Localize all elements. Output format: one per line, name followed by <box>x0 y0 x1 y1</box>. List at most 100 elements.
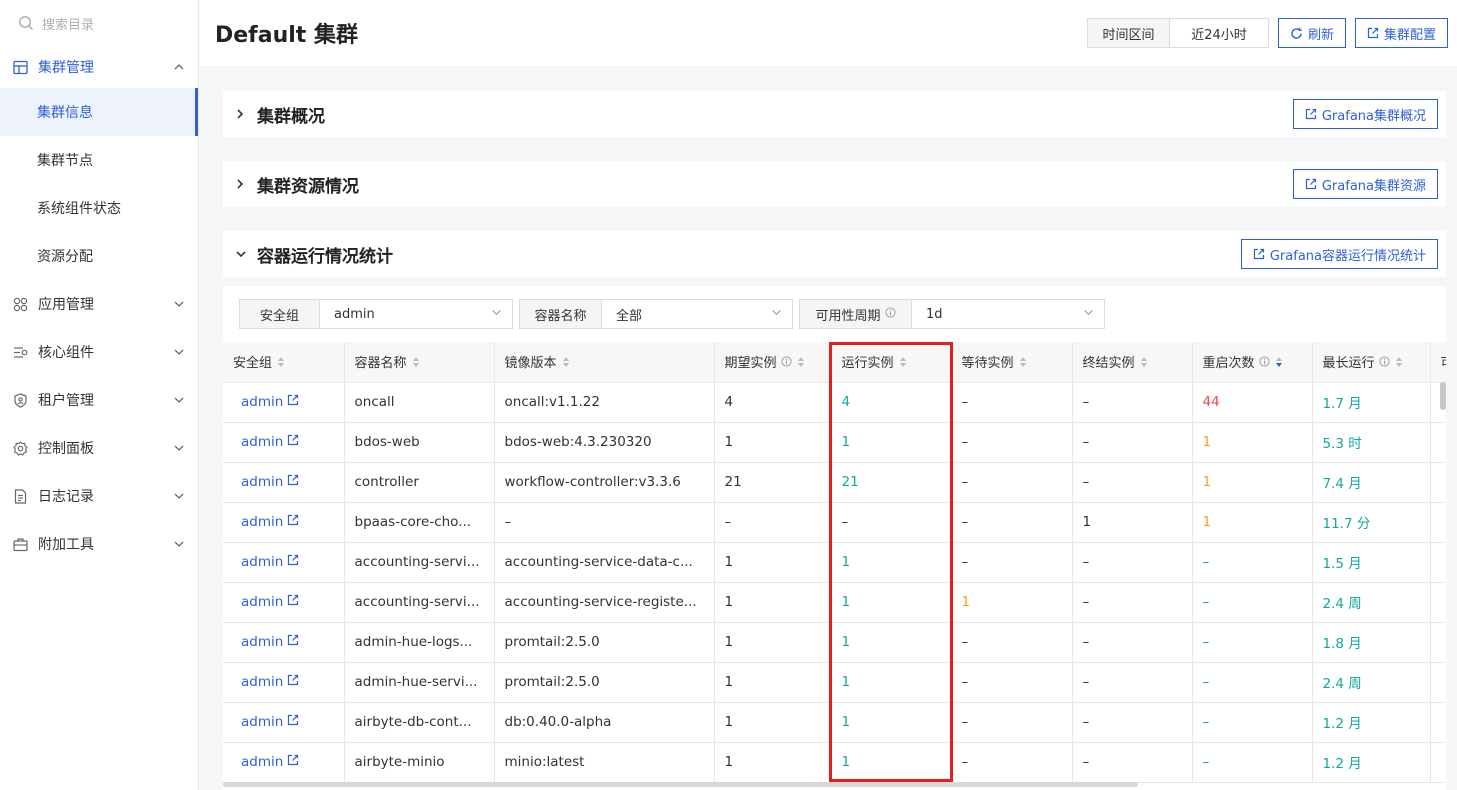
external-link-icon <box>287 674 299 690</box>
cell-security-group[interactable]: admin <box>223 382 345 423</box>
filter-availability-period[interactable]: 可用性周期 1d <box>799 299 1105 329</box>
grafana-container-stats-label: Grafana容器运行情况统计 <box>1269 248 1426 264</box>
filter-container-name[interactable]: 容器名称 全部 <box>519 299 793 329</box>
sidebar-group-tools[interactable]: 附加工具 <box>0 520 198 568</box>
grafana-overview-label: Grafana集群概况 <box>1321 108 1426 124</box>
column-header[interactable]: 镜像版本 <box>494 342 715 383</box>
table-row[interactable]: admin controller workflow-controller:v3.… <box>223 462 1446 503</box>
info-icon[interactable] <box>1378 356 1390 371</box>
table-row[interactable]: admin bdos-web bdos-web:4.3.230320 1 1 –… <box>223 422 1446 463</box>
horizontal-scrollbar[interactable] <box>223 782 1138 787</box>
security-group-link[interactable]: admin <box>233 554 299 570</box>
column-header[interactable]: 运行实例 <box>831 342 952 383</box>
refresh-icon <box>1290 27 1303 40</box>
cell-security-group[interactable]: admin <box>223 462 345 503</box>
sort-icon[interactable] <box>1395 356 1403 372</box>
cell-security-group[interactable]: admin <box>223 582 345 623</box>
time-range-value[interactable]: 近24小时 <box>1170 19 1268 47</box>
sidebar-item-cluster-nodes[interactable]: 集群节点 <box>0 136 198 184</box>
column-header[interactable]: 最长运行 <box>1312 342 1431 383</box>
sidebar-group-tenants[interactable]: 租户管理 <box>0 376 198 424</box>
security-group-link[interactable]: admin <box>233 394 299 410</box>
external-link-icon <box>287 434 299 450</box>
table-row[interactable]: admin accounting-servi... accounting-ser… <box>223 542 1446 583</box>
table-row[interactable]: admin admin-hue-logs... promtail:2.5.0 1… <box>223 622 1446 663</box>
sidebar-group-core-components[interactable]: 核心组件 <box>0 328 198 376</box>
cell-security-group[interactable]: admin <box>223 662 345 703</box>
sort-icon[interactable] <box>1275 356 1283 372</box>
grafana-overview-button[interactable]: Grafana集群概况 <box>1292 99 1438 129</box>
sort-icon[interactable] <box>899 356 907 372</box>
cluster-config-button[interactable]: 集群配置 <box>1354 18 1448 48</box>
time-range-selector[interactable]: 时间区间 近24小时 <box>1086 18 1269 48</box>
section-container-stats[interactable]: 容器运行情况统计 Grafana容器运行情况统计 <box>223 231 1446 277</box>
table-row[interactable]: admin airbyte-db-cont... db:0.40.0-alpha… <box>223 702 1446 743</box>
cell-waiting-instances: – <box>951 542 1073 583</box>
sidebar-search-placeholder: 搜索目录 <box>42 17 95 33</box>
sidebar-item-system-components[interactable]: 系统组件状态 <box>0 184 198 232</box>
cell-running-instances: 1 <box>831 582 952 623</box>
cell-security-group[interactable]: admin <box>223 702 345 743</box>
security-group-link[interactable]: admin <box>233 434 299 450</box>
column-header[interactable]: 可 <box>1430 342 1446 383</box>
info-icon[interactable] <box>1258 356 1270 371</box>
filter-select[interactable]: 全部 <box>602 300 792 328</box>
security-group-link[interactable]: admin <box>233 674 299 690</box>
sidebar-search[interactable]: 搜索目录 <box>0 0 198 46</box>
sort-icon[interactable] <box>412 356 420 372</box>
info-icon[interactable] <box>780 356 792 371</box>
security-group-link[interactable]: admin <box>233 754 299 770</box>
filter-security-group[interactable]: 安全组 admin <box>239 299 513 329</box>
security-group-link[interactable]: admin <box>233 474 299 490</box>
section-cluster-resources[interactable]: 集群资源情况 Grafana集群资源 <box>223 161 1446 207</box>
table-row[interactable]: admin oncall oncall:v1.1.22 4 4 – – 44 1… <box>223 382 1446 423</box>
sort-icon[interactable] <box>1140 356 1148 372</box>
table-row[interactable]: admin airbyte-minio minio:latest 1 1 – –… <box>223 742 1446 783</box>
sort-icon[interactable] <box>1019 356 1027 372</box>
cell-expected-instances: 21 <box>714 462 832 503</box>
table-row[interactable]: admin admin-hue-servi... promtail:2.5.0 … <box>223 662 1446 703</box>
cell-container-name: bdos-web <box>344 422 495 463</box>
sidebar-group-cluster[interactable]: 集群管理 <box>0 46 198 88</box>
security-group-text: admin <box>241 714 284 730</box>
chevron-up-icon <box>172 60 186 74</box>
column-header[interactable]: 等待实例 <box>951 342 1073 383</box>
section-cluster-overview[interactable]: 集群概况 Grafana集群概况 <box>223 91 1446 137</box>
column-header[interactable]: 安全组 <box>223 342 345 383</box>
filter-select[interactable]: admin <box>320 300 512 328</box>
sidebar-group-apps[interactable]: 应用管理 <box>0 280 198 328</box>
sidebar-group-logs[interactable]: 日志记录 <box>0 472 198 520</box>
security-group-link[interactable]: admin <box>233 594 299 610</box>
cell-security-group[interactable]: admin <box>223 422 345 463</box>
sort-icon[interactable] <box>562 356 570 372</box>
sidebar-item-cluster-info[interactable]: 集群信息 <box>0 88 198 136</box>
column-header[interactable]: 重启次数 <box>1192 342 1313 383</box>
security-group-link[interactable]: admin <box>233 714 299 730</box>
sidebar-group-control-panel[interactable]: 控制面板 <box>0 424 198 472</box>
grafana-container-stats-button[interactable]: Grafana容器运行情况统计 <box>1240 239 1438 269</box>
column-header[interactable]: 期望实例 <box>714 342 832 383</box>
cell-security-group[interactable]: admin <box>223 542 345 583</box>
filter-select[interactable]: 1d <box>912 300 1104 328</box>
cell-terminated-instances: 1 <box>1072 502 1193 543</box>
table-row[interactable]: admin bpaas-core-cho... – – – – 1 1 11.7… <box>223 502 1446 543</box>
cell-expected-instances: 1 <box>714 702 832 743</box>
sort-icon[interactable] <box>277 356 285 372</box>
sort-icon[interactable] <box>797 356 805 372</box>
gear-icon <box>12 440 28 456</box>
sidebar-item-resource-allocation[interactable]: 资源分配 <box>0 232 198 280</box>
column-header[interactable]: 容器名称 <box>344 342 495 383</box>
table-row[interactable]: admin accounting-servi... accounting-ser… <box>223 582 1446 623</box>
cell-security-group[interactable]: admin <box>223 622 345 663</box>
vertical-scrollbar[interactable] <box>1440 382 1446 410</box>
security-group-link[interactable]: admin <box>233 634 299 650</box>
grafana-resources-button[interactable]: Grafana集群资源 <box>1292 169 1438 199</box>
info-icon[interactable] <box>884 306 896 322</box>
security-group-link[interactable]: admin <box>233 514 299 530</box>
column-header[interactable]: 终结实例 <box>1072 342 1193 383</box>
cell-security-group[interactable]: admin <box>223 502 345 543</box>
cell-security-group[interactable]: admin <box>223 742 345 783</box>
refresh-button[interactable]: 刷新 <box>1277 18 1346 48</box>
chevron-down-icon <box>1083 307 1094 322</box>
column-header-label: 等待实例 <box>961 356 1014 371</box>
